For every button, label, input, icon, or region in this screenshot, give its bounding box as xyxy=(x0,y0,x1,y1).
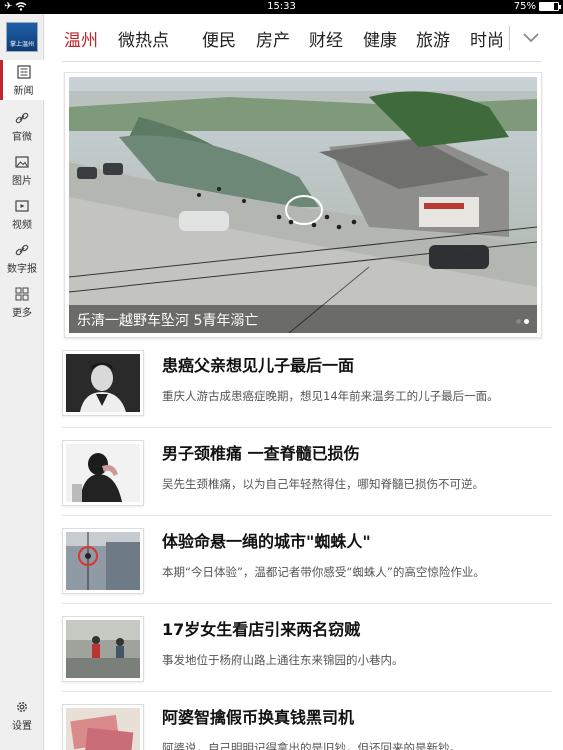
tab-divider xyxy=(509,26,510,50)
thumbnail xyxy=(62,440,144,506)
slide-dot-active xyxy=(524,319,529,324)
sidebar-item-video[interactable]: 视频 xyxy=(0,194,44,234)
news-summary: 本期“今日体验”，温都记者带你感受“蜘蛛人”的高空惊险作业。 xyxy=(162,565,485,579)
settings-label: 设置 xyxy=(12,721,32,732)
tab-travel[interactable]: 旅游 xyxy=(416,26,450,51)
weibo-link-icon xyxy=(15,111,29,125)
settings-button[interactable]: 设置 xyxy=(0,700,44,740)
thumbnail xyxy=(62,528,144,594)
slide-dot xyxy=(516,319,521,324)
hero-image[interactable]: 乐清一越野车坠河 5青年溺亡 xyxy=(69,77,537,333)
news-title: 患癌父亲想见儿子最后一面 xyxy=(162,356,355,375)
news-title: 阿婆智擒假币换真钱黑司机 xyxy=(162,708,355,727)
news-list: 患癌父亲想见儿子最后一面 重庆人游古成患癌症晚期，想见14年前来温务工的儿子最后… xyxy=(62,340,552,750)
sidebar-item-label: 更多 xyxy=(12,308,32,319)
list-item[interactable]: 男子颈椎痛 一查脊髓已损伤 吴先生颈椎痛，以为自己年轻熬得住，哪知脊髓已损伤不可… xyxy=(62,428,552,516)
image-icon xyxy=(15,155,29,169)
sidebar-item-news[interactable]: 新闻 xyxy=(0,60,44,100)
gear-icon xyxy=(15,700,29,714)
link-icon xyxy=(15,243,29,257)
news-title: 男子颈椎痛 一查脊髓已损伤 xyxy=(162,444,360,463)
sidebar-item-weibo[interactable]: 官微 xyxy=(0,106,44,146)
battery-percent: 75% xyxy=(513,1,536,12)
sidebar-item-label: 数字报 xyxy=(7,264,37,275)
battery-icon xyxy=(539,2,561,11)
sidebar-item-label: 视频 xyxy=(12,220,32,231)
sidebar-item-label: 图片 xyxy=(12,176,32,187)
list-item[interactable]: 阿婆智擒假币换真钱黑司机 阿婆说，自己明明记得拿出的是旧钞，但还回来的是新钞。 xyxy=(62,692,552,750)
thumbnail xyxy=(62,350,144,416)
news-icon xyxy=(16,65,31,79)
news-title: 17岁女生看店引来两名窃贼 xyxy=(162,620,361,639)
tab-convenience[interactable]: 便民 xyxy=(202,26,236,51)
news-summary: 吴先生颈椎痛，以为自己年轻熬得住，哪知脊髓已损伤不可逆。 xyxy=(162,477,484,491)
grid-icon xyxy=(15,287,29,301)
list-item[interactable]: 体验命悬一绳的城市"蜘蛛人" 本期“今日体验”，温都记者带你感受“蜘蛛人”的高空… xyxy=(62,516,552,604)
tab-hot[interactable]: 微热点 xyxy=(118,26,169,51)
tab-realestate[interactable]: 房产 xyxy=(256,26,290,51)
slide-indicator xyxy=(516,319,529,324)
status-bar: ✈︎ 15:33 75% xyxy=(0,0,563,14)
expand-tabs-button[interactable] xyxy=(516,24,546,52)
sidebar-item-label: 新闻 xyxy=(13,86,34,97)
chevron-down-icon xyxy=(523,33,539,43)
hero-card[interactable]: 乐清一越野车坠河 5青年溺亡 xyxy=(64,72,542,338)
tab-fashion[interactable]: 时尚 xyxy=(470,26,504,51)
news-summary: 阿婆说，自己明明记得拿出的是旧钞，但还回来的是新钞。 xyxy=(162,741,461,750)
tab-finance[interactable]: 财经 xyxy=(309,26,343,51)
sidebar-item-label: 官微 xyxy=(12,132,32,143)
app-logo[interactable]: 掌上温州 xyxy=(6,22,38,52)
hero-photo xyxy=(69,77,537,333)
tab-health[interactable]: 健康 xyxy=(363,26,397,51)
sidebar-item-more[interactable]: 更多 xyxy=(0,282,44,322)
thumbnail xyxy=(62,704,144,750)
news-summary: 事发地位于杨府山路上通往东来锦园的小巷内。 xyxy=(162,653,404,667)
hero-caption: 乐清一越野车坠河 5青年溺亡 xyxy=(69,305,537,333)
sidebar: 掌上温州 新闻 官微 图片 视频 数字报 更多 设置 xyxy=(0,14,44,750)
logo-text: 掌上温州 xyxy=(9,41,34,48)
status-time: 15:33 xyxy=(267,1,296,12)
tabs-underline xyxy=(62,61,541,62)
sidebar-item-digital-paper[interactable]: 数字报 xyxy=(0,238,44,278)
channel-tabs: 温州 微热点 便民 房产 财经 健康 旅游 时尚 xyxy=(44,14,563,62)
sidebar-item-images[interactable]: 图片 xyxy=(0,150,44,190)
news-title: 体验命悬一绳的城市"蜘蛛人" xyxy=(162,532,371,551)
list-item[interactable]: 17岁女生看店引来两名窃贼 事发地位于杨府山路上通往东来锦园的小巷内。 xyxy=(62,604,552,692)
tab-wenzhou[interactable]: 温州 xyxy=(64,26,98,51)
news-summary: 重庆人游古成患癌症晚期，想见14年前来温务工的儿子最后一面。 xyxy=(162,389,499,403)
list-item[interactable]: 患癌父亲想见儿子最后一面 重庆人游古成患癌症晚期，想见14年前来温务工的儿子最后… xyxy=(62,340,552,428)
thumbnail xyxy=(62,616,144,682)
video-icon xyxy=(15,199,29,213)
